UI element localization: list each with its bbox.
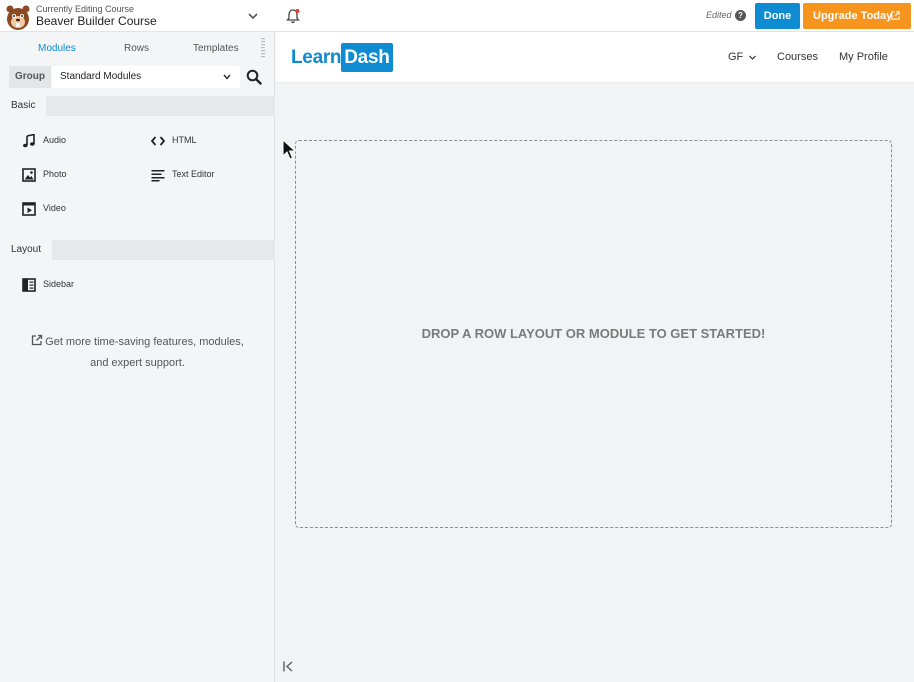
content-panel: Modules Rows Templates Group Standard Mo…	[0, 32, 275, 682]
beaver-logo-icon	[6, 5, 30, 30]
section-title: Basic	[0, 96, 47, 116]
logo-dash-text: Dash	[341, 43, 393, 72]
tab-templates[interactable]: Templates	[193, 43, 239, 54]
tab-modules[interactable]: Modules	[38, 43, 76, 54]
search-icon[interactable]	[246, 69, 262, 85]
help-icon[interactable]: ?	[735, 10, 746, 21]
promo-line-1: Get more time-saving features, modules,	[45, 336, 244, 348]
edited-status: Edited	[706, 10, 732, 20]
mouse-cursor-icon	[282, 139, 296, 160]
group-label: Group	[9, 66, 51, 88]
chevron-down-icon[interactable]	[222, 72, 232, 82]
photo-icon	[22, 168, 36, 182]
context-title[interactable]: Beaver Builder Course	[36, 14, 157, 28]
context-label: Currently Editing Course	[36, 4, 135, 14]
site-header: Learn Dash GF Courses My Profile	[276, 32, 914, 83]
chevron-down-icon[interactable]	[748, 53, 757, 62]
section-basic: Basic	[0, 96, 275, 116]
module-label: Video	[43, 203, 66, 213]
sidebar-icon	[22, 278, 36, 292]
section-layout: Layout	[0, 240, 275, 260]
chevron-down-icon[interactable]	[247, 10, 259, 22]
learndash-logo[interactable]: Learn Dash	[291, 43, 393, 72]
nav-item-courses[interactable]: Courses	[777, 51, 818, 63]
module-label: Photo	[43, 169, 67, 179]
drop-message: DROP A ROW LAYOUT OR MODULE TO GET START…	[421, 326, 766, 341]
bell-icon[interactable]	[285, 8, 301, 24]
nav-item-my-profile[interactable]: My Profile	[839, 51, 888, 63]
code-icon	[151, 136, 165, 146]
module-label: Sidebar	[43, 279, 75, 289]
module-label: HTML	[172, 135, 197, 145]
tab-rows[interactable]: Rows	[124, 43, 149, 54]
video-icon	[22, 202, 36, 216]
top-bar: Currently Editing Course Beaver Builder …	[0, 0, 914, 32]
music-note-icon	[23, 134, 35, 148]
drag-handle-icon[interactable]	[261, 38, 265, 60]
external-link-icon	[31, 334, 43, 346]
logo-learn-text: Learn	[291, 47, 342, 68]
promo-line-2: and expert support.	[90, 357, 185, 369]
text-lines-icon	[151, 170, 165, 182]
group-select[interactable]: Standard Modules	[52, 66, 240, 88]
done-button[interactable]: Done	[755, 3, 800, 29]
drop-zone[interactable]: DROP A ROW LAYOUT OR MODULE TO GET START…	[295, 140, 892, 528]
upgrade-promo[interactable]: Get more time-saving features, modules, …	[16, 332, 259, 374]
module-label: Audio	[43, 135, 67, 145]
nav-item-gf[interactable]: GF	[728, 51, 743, 63]
section-title: Layout	[0, 240, 53, 260]
panel-tabs: Modules Rows Templates	[0, 32, 275, 62]
external-link-icon	[891, 11, 900, 20]
collapse-panel-icon[interactable]	[282, 660, 295, 673]
module-label: Text Editor	[172, 169, 215, 179]
